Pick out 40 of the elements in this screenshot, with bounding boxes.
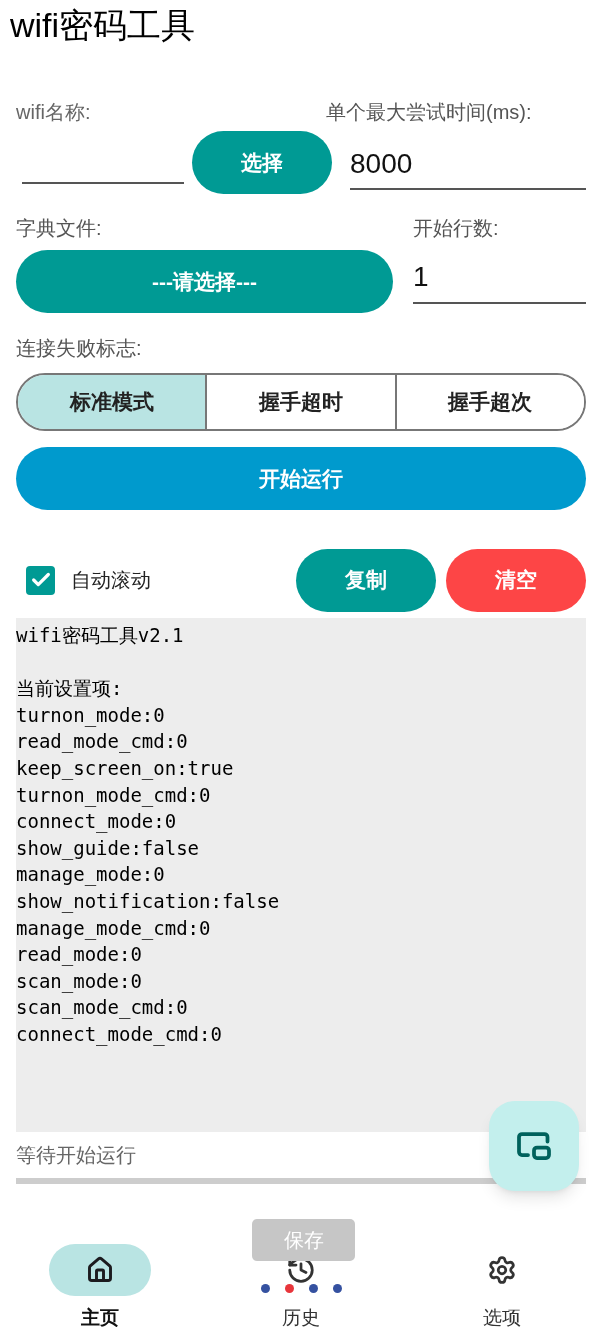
log-line: scan_mode:0	[16, 968, 143, 995]
nav-label: 选项	[482, 1306, 521, 1327]
max-time-field[interactable]: 8000	[350, 142, 586, 190]
nav-label: 主页	[81, 1306, 120, 1327]
checkbox-label: 自动滚动	[71, 568, 151, 593]
log-line: show_guide:false	[16, 835, 201, 862]
fab-button[interactable]	[489, 1101, 579, 1191]
log-line: show_notification:false	[16, 888, 281, 915]
field-label: 单个最大尝试时间(ms):	[326, 100, 533, 125]
start-line-field[interactable]: 1	[413, 254, 586, 304]
log-line: wifi密码工具v2.1	[16, 623, 185, 648]
auto-scroll-checkbox[interactable]	[26, 565, 55, 595]
nav-label: 历史	[282, 1306, 320, 1327]
field-label: wifi名称:	[16, 100, 92, 125]
log-line: connect_mode:0	[16, 809, 178, 835]
nav-tab[interactable]	[49, 1244, 152, 1296]
copy-button[interactable]: 复制	[296, 548, 436, 612]
mode-segment[interactable]: 握手超次	[394, 375, 584, 429]
log-line: read_mode:0	[16, 942, 143, 968]
clear-button[interactable]: 清空	[446, 548, 586, 612]
log-line: connect_mode_cmd:0	[16, 1021, 223, 1048]
log-line: turnon_mode:0	[16, 702, 166, 729]
start-button[interactable]: 开始运行	[16, 447, 586, 510]
status-text: 等待开始运行	[16, 1143, 136, 1168]
settings-icon	[486, 1255, 517, 1285]
log-line: keep_screen_on:true	[16, 755, 235, 782]
mode-segment[interactable]: 标准模式	[18, 375, 206, 429]
select-button[interactable]: 选择	[192, 131, 332, 194]
log-line: manage_mode_cmd:0	[16, 915, 212, 942]
field-label: 连接失败标志:	[16, 336, 143, 361]
log-line: 当前设置项:	[16, 676, 124, 702]
log-line: turnon_mode_cmd:0	[16, 782, 212, 809]
field-label: 字典文件:	[16, 216, 103, 241]
log-line: manage_mode:0	[16, 862, 166, 888]
field-label: 开始行数:	[413, 216, 500, 241]
log-line: scan_mode_cmd:0	[16, 995, 189, 1021]
home-icon	[86, 1256, 115, 1284]
log-line: read_mode_cmd:0	[16, 729, 189, 755]
app-title: wifi密码工具	[9, 5, 197, 46]
dictionary-select-button[interactable]: ---请选择---	[16, 250, 393, 313]
